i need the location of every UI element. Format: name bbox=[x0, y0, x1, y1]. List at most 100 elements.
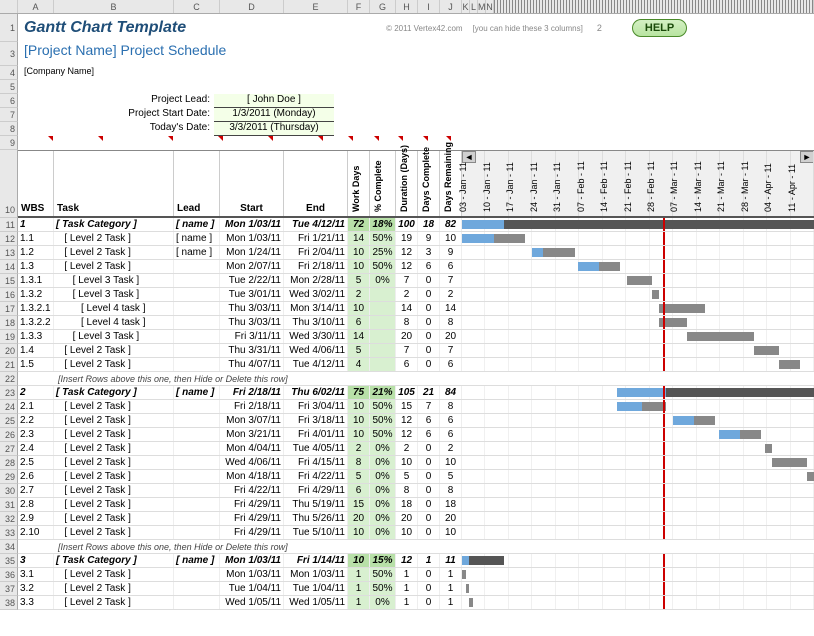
row-number[interactable]: 9 bbox=[0, 136, 18, 150]
cell[interactable]: 10 bbox=[440, 526, 462, 539]
cell[interactable]: 2 bbox=[18, 386, 54, 399]
cell[interactable] bbox=[174, 414, 220, 427]
row-number[interactable]: 13 bbox=[0, 246, 18, 260]
cell[interactable]: 8 bbox=[440, 484, 462, 497]
cell[interactable]: [ Level 4 task ] bbox=[54, 316, 174, 329]
col-letter[interactable]: K bbox=[462, 0, 470, 13]
cell[interactable] bbox=[370, 316, 396, 329]
cell[interactable]: 7 bbox=[440, 274, 462, 287]
cell[interactable] bbox=[370, 330, 396, 343]
cell[interactable]: Mon 3/07/11 bbox=[220, 414, 284, 427]
cell[interactable]: 1 bbox=[396, 596, 418, 609]
row-number[interactable]: 34 bbox=[0, 540, 18, 554]
row-number[interactable]: 23 bbox=[0, 386, 18, 400]
cell[interactable]: 1.3 bbox=[18, 260, 54, 273]
cell[interactable]: [ Level 3 Task ] bbox=[54, 274, 174, 287]
cell[interactable]: Tue 4/12/11 bbox=[284, 358, 348, 371]
project-lead-value[interactable]: [ John Doe ] bbox=[214, 94, 334, 108]
cell[interactable]: 2.10 bbox=[18, 526, 54, 539]
cell[interactable]: Mon 1/03/11 bbox=[220, 568, 284, 581]
cell[interactable]: [ Level 2 Task ] bbox=[54, 526, 174, 539]
cell[interactable]: 12 bbox=[396, 554, 418, 567]
cell[interactable]: 75 bbox=[348, 386, 370, 399]
row-number[interactable]: 22 bbox=[0, 372, 18, 386]
cell[interactable]: Mon 3/14/11 bbox=[284, 302, 348, 315]
table-row[interactable]: 1.2 [ Level 2 Task ][ name ]Mon 1/24/11F… bbox=[18, 246, 814, 260]
cell[interactable]: Wed 3/30/11 bbox=[284, 330, 348, 343]
table-row[interactable]: 3.1 [ Level 2 Task ]Mon 1/03/11Mon 1/03/… bbox=[18, 568, 814, 582]
cell[interactable]: 10 bbox=[348, 428, 370, 441]
cell[interactable]: 105 bbox=[396, 386, 418, 399]
cell[interactable]: 1.3.3 bbox=[18, 330, 54, 343]
cell[interactable]: 1.3.1 bbox=[18, 274, 54, 287]
col-letter[interactable]: A bbox=[18, 0, 54, 13]
row-number[interactable]: 10 bbox=[0, 150, 18, 218]
cell[interactable]: 2 bbox=[348, 442, 370, 455]
row-number[interactable]: 29 bbox=[0, 470, 18, 484]
table-row[interactable]: 2.9 [ Level 2 Task ]Fri 4/29/11Thu 5/26/… bbox=[18, 512, 814, 526]
cell[interactable]: 3.1 bbox=[18, 568, 54, 581]
cell[interactable]: [ Level 2 Task ] bbox=[54, 456, 174, 469]
row-number[interactable]: 26 bbox=[0, 428, 18, 442]
cell[interactable]: Fri 4/15/11 bbox=[284, 456, 348, 469]
cell[interactable] bbox=[174, 358, 220, 371]
cell[interactable]: 18 bbox=[418, 218, 440, 231]
cell[interactable]: 10 bbox=[396, 456, 418, 469]
cell[interactable]: 14 bbox=[440, 302, 462, 315]
cell[interactable]: 84 bbox=[440, 386, 462, 399]
cell[interactable] bbox=[370, 302, 396, 315]
col-letter[interactable]: J bbox=[440, 0, 462, 13]
cell[interactable]: 10 bbox=[348, 414, 370, 427]
row-number[interactable]: 36 bbox=[0, 568, 18, 582]
cell[interactable]: [ Level 2 Task ] bbox=[54, 512, 174, 525]
cell[interactable]: Fri 4/29/11 bbox=[220, 526, 284, 539]
cell[interactable]: 2.1 bbox=[18, 400, 54, 413]
table-row[interactable]: 1.3.2.2 [ Level 4 task ]Thu 3/03/11Thu 3… bbox=[18, 316, 814, 330]
cell[interactable] bbox=[174, 484, 220, 497]
cell[interactable]: [ Level 2 Task ] bbox=[54, 582, 174, 595]
header-duration[interactable]: Duration (Days) bbox=[396, 151, 418, 216]
cell[interactable]: [ Level 2 Task ] bbox=[54, 232, 174, 245]
table-row[interactable]: 1.3.2 [ Level 3 Task ]Tue 3/01/11Wed 3/0… bbox=[18, 288, 814, 302]
cell[interactable]: 5 bbox=[348, 274, 370, 287]
cell[interactable]: Fri 2/04/11 bbox=[284, 246, 348, 259]
cell[interactable]: 82 bbox=[440, 218, 462, 231]
table-row[interactable]: 2.2 [ Level 2 Task ]Mon 3/07/11Fri 3/18/… bbox=[18, 414, 814, 428]
cell[interactable]: Fri 2/18/11 bbox=[220, 400, 284, 413]
cell[interactable]: 15% bbox=[370, 554, 396, 567]
cell[interactable]: 10 bbox=[440, 456, 462, 469]
cell[interactable]: Wed 3/02/11 bbox=[284, 288, 348, 301]
cell[interactable]: 7 bbox=[418, 400, 440, 413]
cell[interactable]: 1.3.2 bbox=[18, 288, 54, 301]
cell[interactable]: 18 bbox=[440, 498, 462, 511]
cell[interactable]: 1.2 bbox=[18, 246, 54, 259]
cell[interactable]: 5 bbox=[440, 470, 462, 483]
cell[interactable]: [ name ] bbox=[174, 554, 220, 567]
header-start[interactable]: Start bbox=[220, 151, 284, 216]
cell[interactable]: Wed 1/05/11 bbox=[220, 596, 284, 609]
cell[interactable]: Fri 1/21/11 bbox=[284, 232, 348, 245]
row-number[interactable]: 12 bbox=[0, 232, 18, 246]
cell[interactable]: 2.3 bbox=[18, 428, 54, 441]
row-number[interactable]: 30 bbox=[0, 484, 18, 498]
cell[interactable]: 14 bbox=[348, 330, 370, 343]
table-row[interactable]: 1.3 [ Level 2 Task ]Mon 2/07/11Fri 2/18/… bbox=[18, 260, 814, 274]
row-number[interactable]: 18 bbox=[0, 316, 18, 330]
cell[interactable] bbox=[370, 358, 396, 371]
row-number[interactable]: 35 bbox=[0, 554, 18, 568]
cell[interactable]: 0% bbox=[370, 526, 396, 539]
cell[interactable] bbox=[174, 344, 220, 357]
table-row[interactable]: 2.8 [ Level 2 Task ]Fri 4/29/11Thu 5/19/… bbox=[18, 498, 814, 512]
cell[interactable]: [ Level 2 Task ] bbox=[54, 442, 174, 455]
cell[interactable]: 2.5 bbox=[18, 456, 54, 469]
cell[interactable]: 20 bbox=[440, 330, 462, 343]
cell[interactable]: 1.3.2.2 bbox=[18, 316, 54, 329]
cell[interactable]: Fri 1/14/11 bbox=[284, 554, 348, 567]
col-letter[interactable]: G bbox=[370, 0, 396, 13]
cell[interactable]: 6 bbox=[440, 428, 462, 441]
cell[interactable]: Wed 1/05/11 bbox=[284, 596, 348, 609]
header-work-days[interactable]: Work Days bbox=[348, 151, 370, 216]
cell[interactable]: 0% bbox=[370, 498, 396, 511]
todays-date-value[interactable]: 3/3/2011 (Thursday) bbox=[214, 122, 334, 136]
cell[interactable]: 2.6 bbox=[18, 470, 54, 483]
